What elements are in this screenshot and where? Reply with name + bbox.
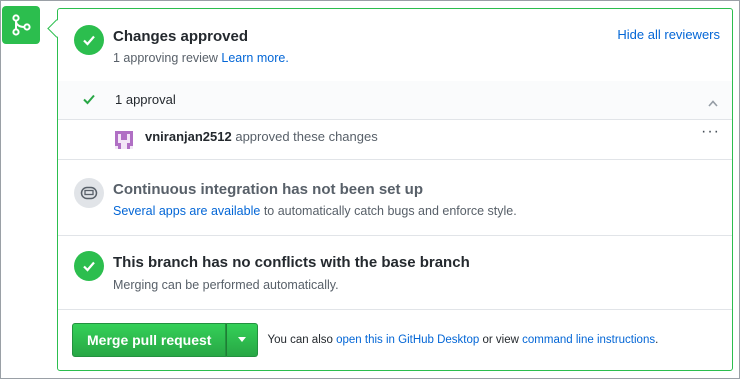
merge-box: Changes approved 1 approving review Lear… [57, 8, 733, 371]
note-suffix: . [655, 334, 659, 346]
check-circle-icon [74, 251, 104, 281]
learn-more-link[interactable]: Learn more. [221, 51, 288, 65]
conflicts-subtext: Merging can be performed automatically. [113, 278, 339, 292]
reviewer-text: vniranjan2512 approved these changes [145, 129, 378, 144]
command-line-link[interactable]: command line instructions [522, 334, 655, 346]
conflicts-title: This branch has no conflicts with the ba… [113, 254, 470, 271]
avatar[interactable] [115, 131, 133, 154]
ci-section: Continuous integration has not been set … [58, 159, 732, 236]
approving-review-count: 1 approving review [113, 51, 218, 65]
ci-icon [74, 178, 104, 208]
check-icon [83, 92, 95, 110]
apps-available-link[interactable]: Several apps are available [113, 204, 260, 218]
hide-reviewers-link[interactable]: Hide all reviewers [617, 27, 720, 42]
ci-subtext: Several apps are available to automatica… [113, 204, 517, 218]
approved-title: Changes approved [113, 28, 249, 45]
conflicts-section: This branch has no conflicts with the ba… [58, 235, 732, 310]
reviewer-row: vniranjan2512 approved these changes ··· [58, 119, 732, 160]
note-middle: or view [482, 334, 519, 346]
merge-pull-request-button[interactable]: Merge pull request [72, 323, 227, 357]
github-desktop-link[interactable]: open this in GitHub Desktop [336, 334, 479, 346]
merge-note: You can also open this in GitHub Desktop… [267, 334, 658, 346]
merge-method-dropdown[interactable] [226, 323, 259, 357]
approved-subtext: 1 approving review Learn more. [113, 51, 289, 65]
check-circle-icon [74, 25, 104, 55]
reviewer-name[interactable]: vniranjan2512 [145, 129, 232, 144]
merge-controls: Merge pull request You can also open thi… [72, 323, 658, 357]
ci-description: to automatically catch bugs and enforce … [263, 204, 517, 218]
triangle-down-icon [238, 337, 247, 342]
note-prefix: You can also [267, 334, 333, 346]
ci-title: Continuous integration has not been set … [113, 181, 423, 198]
reviewer-action: approved these changes [235, 129, 378, 144]
kebab-icon[interactable]: ··· [701, 123, 720, 141]
git-merge-icon [2, 6, 40, 44]
approved-section: Changes approved 1 approving review Lear… [58, 9, 732, 82]
approval-toggle[interactable]: 1 approval [58, 81, 732, 120]
chevron-up-icon[interactable] [708, 94, 718, 112]
approval-count: 1 approval [115, 92, 176, 107]
